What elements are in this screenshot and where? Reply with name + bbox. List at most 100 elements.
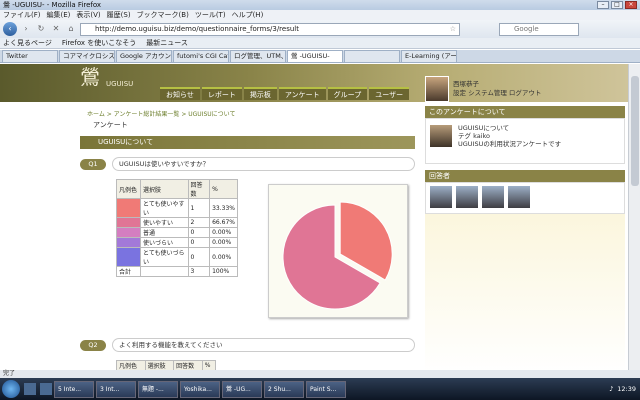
total-pct: 100% [209, 266, 238, 277]
choice-count: 2 [187, 217, 211, 228]
table-row: とても使いづらい 0 0.00% [116, 247, 238, 267]
avatar [425, 76, 449, 102]
menu-edit[interactable]: 編集(E) [47, 10, 71, 20]
start-button[interactable] [2, 380, 20, 398]
back-arrow-icon[interactable]: ‹ [3, 22, 17, 36]
home-icon[interactable]: ⌂ [65, 23, 77, 35]
nav-group[interactable]: グループ [327, 87, 368, 100]
taskbar-item[interactable]: 5 Inte... [54, 380, 94, 398]
tab-google-account[interactable]: Google アカウント [116, 50, 172, 62]
choice-count: 0 [187, 247, 211, 267]
menu-history[interactable]: 履歴(S) [107, 10, 131, 20]
taskbar-item[interactable]: 無題 -... [138, 380, 178, 398]
choice-count: 0 [187, 237, 211, 248]
tab-blank[interactable] [344, 50, 400, 62]
legend-swatch [116, 237, 141, 248]
search-input[interactable]: Google [499, 22, 579, 36]
respondent-avatar[interactable] [482, 186, 504, 208]
menu-help[interactable]: ヘルプ(H) [232, 10, 264, 20]
taskbar-item[interactable]: 鶯 -UG... [222, 380, 262, 398]
q2-question: よく利用する機能を教えてください [112, 338, 415, 352]
menu-file[interactable]: ファイル(F) [3, 10, 41, 20]
volume-icon[interactable]: ♪ [609, 385, 613, 393]
quicklaunch-icon[interactable] [24, 383, 36, 395]
taskbar-item[interactable]: Paint S... [306, 380, 346, 398]
breadcrumb[interactable]: ホーム > アンケート総計結果一覧 > UGUISUについて [87, 109, 236, 118]
legend-swatch [116, 247, 141, 267]
survey-name[interactable]: UGUISUについて [458, 124, 561, 132]
bookmark-star-icon[interactable]: ☆ [450, 24, 456, 35]
clock[interactable]: 12:39 [617, 385, 636, 393]
tab-elearning[interactable]: E-Learning (アール... [401, 50, 457, 62]
menu-bar: ファイル(F) 編集(E) 表示(V) 履歴(S) ブックマーク(B) ツール(… [0, 10, 640, 20]
respondent-avatar[interactable] [508, 186, 530, 208]
survey-author: テグ kaiko [458, 132, 491, 140]
header-count: 回答数 [187, 179, 211, 199]
sidebar: このアンケートについて UGUISUについて テグ kaiko UGUISUの利… [425, 106, 625, 370]
page-scrollbar[interactable] [628, 64, 640, 370]
taskbar-item[interactable]: 3 Int... [96, 380, 136, 398]
menu-view[interactable]: 表示(V) [76, 10, 100, 20]
table-row: とても使いやすい 1 33.33% [116, 198, 238, 218]
sidebar-background [425, 214, 625, 370]
survey-description: UGUISUの利用状況アンケートです [458, 140, 562, 148]
choice-pct: 66.67% [209, 217, 238, 228]
reload-icon[interactable]: ↻ [35, 23, 47, 35]
tab-futomi[interactable]: futomi's CGI Cafe ... [173, 50, 229, 62]
about-survey-heading: このアンケートについて [425, 106, 625, 118]
q1-pie-chart [268, 184, 408, 318]
bookmark-latest-news[interactable]: 最新ニュース [146, 38, 188, 48]
nav-report[interactable]: レポート [201, 87, 242, 100]
respondents-list [425, 182, 625, 214]
user-profile: 西塚恭子 設定 システム管理 ログアウト [425, 76, 541, 102]
menu-bookmarks[interactable]: ブックマーク(B) [137, 10, 189, 20]
nav-news[interactable]: お知らせ [160, 87, 200, 100]
legend-swatch [116, 217, 141, 228]
respondent-avatar[interactable] [456, 186, 478, 208]
site-logo[interactable]: 鶯 [80, 66, 100, 88]
bookmark-getting-started[interactable]: Firefox を使いこなそう [62, 38, 136, 48]
respondents-heading: 回答者 [425, 170, 625, 182]
menu-tools[interactable]: ツール(T) [195, 10, 226, 20]
q2-results-table: 凡例色 選択肢 回答数 % [116, 360, 217, 370]
choice-label: 使いづらい [140, 237, 189, 248]
taskbar-item[interactable]: 2 Shu... [264, 380, 304, 398]
table-header-row: 凡例色 選択肢 回答数 % [116, 179, 238, 199]
choice-label: 使いやすい [140, 217, 189, 228]
legend-swatch [116, 227, 141, 238]
scrollbar-thumb[interactable] [631, 76, 639, 186]
status-text: 完了 [3, 370, 16, 377]
tab-coremicro[interactable]: コアマイクロシステ... [59, 50, 115, 62]
stop-icon[interactable]: ✕ [50, 23, 62, 35]
bookmark-most-visited[interactable]: よく見るページ [3, 38, 52, 48]
address-bar[interactable]: http://demo.uguisu.biz/demo/questionnair… [80, 22, 460, 36]
quicklaunch-icon[interactable] [40, 383, 52, 395]
q1-badge: Q1 [80, 159, 106, 170]
tab-uguisu[interactable]: 鶯 -UGUISU- [287, 50, 343, 62]
table-row: 普通 0 0.00% [116, 227, 238, 238]
choice-pct: 33.33% [209, 198, 238, 218]
site-logo-sub: UGUISU [106, 80, 134, 88]
choice-pct: 0.00% [209, 227, 238, 238]
header-legend: 凡例色 [116, 360, 146, 370]
tab-log[interactable]: ログ管理、UTM、L... [230, 50, 286, 62]
taskbar-item[interactable]: Yoshika... [180, 380, 220, 398]
maximize-button[interactable]: □ [611, 1, 623, 9]
nav-board[interactable]: 掲示板 [243, 87, 277, 100]
site-nav: お知らせ レポート 掲示板 アンケート グループ ユーザー [160, 87, 410, 100]
close-button[interactable]: × [625, 1, 637, 9]
forward-arrow-icon[interactable]: › [20, 23, 32, 35]
q1-results-table: 凡例色 選択肢 回答数 % とても使いやすい 1 33.33% 使いやすい 2 … [116, 179, 238, 277]
pie-chart-svg [282, 201, 393, 310]
minimize-button[interactable]: – [597, 1, 609, 9]
user-links[interactable]: 設定 システム管理 ログアウト [453, 89, 541, 98]
legend-swatch [116, 198, 141, 218]
tab-twitter[interactable]: Twitter [2, 50, 58, 62]
tab-strip: Twitter コアマイクロシステ... Google アカウント futomi… [0, 50, 640, 63]
nav-user[interactable]: ユーザー [369, 87, 410, 100]
choice-label: 普通 [140, 227, 189, 238]
nav-survey[interactable]: アンケート [278, 87, 326, 100]
respondent-avatar[interactable] [430, 186, 452, 208]
total-row: 合計 3 100% [116, 266, 238, 277]
user-name: 西塚恭子 [453, 80, 479, 88]
